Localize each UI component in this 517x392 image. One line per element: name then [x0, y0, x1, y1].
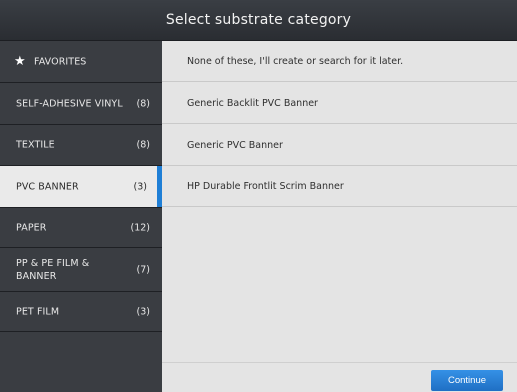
sidebar-item-label: TEXTILE [16, 139, 55, 151]
sidebar-item-paper[interactable]: PAPER (12) [0, 208, 162, 248]
star-icon: ★ [14, 53, 26, 69]
sidebar-item-count: (3) [133, 181, 147, 192]
list-item[interactable]: Generic PVC Banner [162, 125, 517, 166]
list-item[interactable]: HP Durable Frontlit Scrim Banner [162, 166, 517, 207]
sidebar-item-favorites[interactable]: ★ FAVORITES [0, 41, 162, 83]
sidebar-item-label: PAPER [16, 222, 47, 233]
category-sidebar: ★ FAVORITES SELF-ADHESIVE VINYL (8) TEXT… [0, 41, 162, 392]
substrate-selection-screen: Select substrate category ★ FAVORITES SE… [0, 0, 517, 392]
sidebar-item-label: SELF-ADHESIVE VINYL [16, 98, 123, 109]
sidebar-item-count: (8) [136, 139, 150, 151]
sidebar-item-textile[interactable]: TEXTILE (8) [0, 125, 162, 166]
list-item-label: Generic Backlit PVC Banner [187, 98, 318, 109]
substrate-list: None of these, I'll create or search for… [162, 41, 517, 392]
header-bar: Select substrate category [0, 0, 517, 41]
sidebar-item-pet-film[interactable]: PET FILM (3) [0, 292, 162, 332]
sidebar-item-label: PP & PE FILM & BANNER [16, 257, 90, 282]
page-title: Select substrate category [165, 12, 352, 28]
list-item[interactable]: None of these, I'll create or search for… [162, 41, 517, 82]
list-item-label: HP Durable Frontlit Scrim Banner [187, 181, 344, 192]
sidebar-item-count: (3) [136, 306, 150, 317]
list-item-label: Generic PVC Banner [187, 140, 283, 151]
sidebar-item-label: PET FILM [16, 306, 60, 317]
list-item[interactable]: Generic Backlit PVC Banner [162, 83, 517, 124]
continue-button[interactable]: Continue [431, 370, 503, 391]
sidebar-item-label: PVC BANNER [16, 181, 79, 192]
sidebar-item-pvc-banner[interactable]: PVC BANNER (3) [0, 166, 162, 208]
list-item-label: None of these, I'll create or search for… [187, 56, 404, 67]
sidebar-item-pp-pe-film-banner[interactable]: PP & PE FILM & BANNER (7) [0, 248, 162, 292]
sidebar-item-self-adhesive-vinyl[interactable]: SELF-ADHESIVE VINYL (8) [0, 83, 162, 125]
sidebar-item-count: (12) [130, 222, 150, 233]
sidebar-item-count: (8) [136, 98, 150, 109]
sidebar-item-label: FAVORITES [34, 56, 87, 67]
sidebar-item-count: (7) [136, 264, 150, 275]
